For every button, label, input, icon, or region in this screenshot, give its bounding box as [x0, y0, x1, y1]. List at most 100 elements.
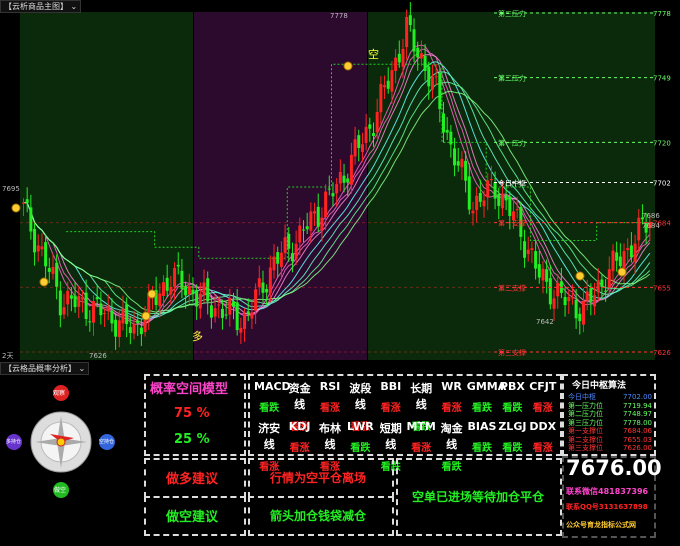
candle-body — [482, 200, 486, 207]
pivot-label: 第三压力位 — [568, 418, 603, 427]
candle-body — [530, 248, 534, 251]
indicator-gmma: GMMA 看跌 — [467, 380, 506, 414]
candle-body — [401, 48, 405, 67]
candle-body — [287, 233, 291, 249]
candle-body — [615, 252, 619, 261]
compass-top[interactable]: 观察 — [53, 388, 65, 397]
candle-body — [106, 306, 110, 311]
probability-panel: 【云格品概率分析】 ⌄ 观察 多持仓 空持仓 做空 概率空间模型 75 % 25… — [0, 362, 680, 542]
candle-body — [464, 160, 468, 181]
pivot-row: 今日中枢 7702.00 — [568, 393, 652, 402]
pivot-title: 今日中枢算法 — [572, 381, 627, 391]
long-advice-text: 行情为空平仓离场 — [270, 471, 367, 485]
candle-body — [390, 70, 394, 92]
long-advice-text-box: 行情为空平仓离场 — [248, 458, 394, 498]
candle-body — [508, 196, 512, 217]
candle-body — [33, 228, 37, 253]
candle-body — [383, 85, 387, 88]
candle-body — [265, 289, 269, 293]
contact-wechat: 联系微信481837396 — [566, 487, 649, 496]
compass-right[interactable]: 空持仓 — [99, 438, 114, 445]
candle-body — [548, 278, 552, 305]
candle-body — [534, 251, 538, 269]
candle-body — [69, 295, 73, 299]
pivot-label: 第一支撑位 — [568, 427, 603, 435]
indicator-signal: 看涨 — [380, 403, 401, 414]
candle-body — [95, 297, 99, 300]
long-advice-box: 做多建议 — [144, 458, 246, 498]
indicator-signal: 看跌 — [502, 403, 523, 414]
model-down-pct: 25 % — [174, 432, 210, 447]
indicator-signal: 看涨 — [532, 443, 553, 454]
pivot-label: 第三支撑位 — [568, 444, 603, 452]
candle-body — [556, 282, 560, 297]
candle-body — [55, 262, 59, 287]
candle-body — [283, 237, 287, 253]
marker-kong: 空 — [368, 47, 379, 61]
candle-body — [276, 252, 280, 264]
indicator-name: KDJ — [288, 420, 311, 433]
candle-body — [232, 301, 235, 307]
price-box: 7676.00 联系微信481837396 联系QQ号3131637898 公众… — [562, 456, 662, 538]
level-name-0: 第三压力 — [498, 9, 526, 18]
candle-body — [173, 268, 177, 287]
candle-body — [541, 268, 545, 281]
candle-body — [268, 267, 272, 294]
indicator-bbi: BBI 看涨 — [376, 380, 406, 414]
main-panel-title[interactable]: 【云析商品主图】 ⌄ — [0, 0, 82, 13]
candle-body — [198, 293, 202, 309]
candle-body — [132, 324, 136, 334]
compass-left[interactable]: 多持仓 — [6, 438, 21, 445]
current-price: 7676.00 — [566, 456, 662, 480]
candle-body — [449, 131, 453, 145]
candle-body — [460, 158, 464, 168]
candle-body — [570, 297, 574, 299]
candle-body — [243, 315, 247, 329]
candle-body — [165, 277, 169, 291]
candle-body — [493, 182, 497, 199]
compass-bottom[interactable]: 做空 — [54, 485, 66, 494]
pivot-row: 第三支撑位 7626.00 — [568, 444, 652, 453]
candle-body — [298, 225, 302, 243]
candle-body — [73, 295, 77, 308]
candle-body — [158, 293, 162, 307]
pivot-value: 7778.00 — [623, 418, 652, 427]
indicator-wr: WR 看涨 — [436, 380, 466, 414]
candle-body — [515, 209, 519, 211]
candle-body — [22, 202, 25, 204]
compass-icon — [6, 385, 115, 498]
candle-body — [427, 66, 431, 87]
indicator-name: BBI — [380, 380, 402, 393]
candle-body — [66, 290, 70, 305]
candle-body — [504, 195, 508, 201]
indicator-signal: 看涨 — [532, 403, 553, 414]
candle-body — [162, 282, 165, 296]
candlestick-chart[interactable]: 第三压力 7778 第二压力 7749 第一压力 7720 今日中枢 7702 第一支撑 7684… — [0, 0, 680, 362]
level-name-6: 第三支撑 — [498, 348, 526, 357]
candle-body — [423, 55, 427, 71]
candle-body — [313, 211, 317, 214]
candle-body — [294, 243, 298, 259]
candle-body — [316, 206, 320, 227]
indicator-name: ZLGJ — [498, 420, 527, 433]
pivot-value: 7655.03 — [623, 435, 652, 444]
indicator-signal: 看跌 — [471, 403, 492, 414]
candle-body — [121, 308, 125, 324]
candle-body — [136, 320, 140, 324]
indicator-name: 长期线 — [410, 382, 433, 411]
level-name-4: 第一支撑 — [498, 219, 526, 228]
candle-body — [567, 297, 571, 302]
candle-body — [419, 53, 423, 59]
money-bag-icon — [141, 311, 151, 321]
pivot-value: 7719.94 — [623, 401, 652, 410]
long-advice-label: 做多建议 — [166, 472, 219, 487]
chevron-down-icon[interactable]: ⌄ — [71, 2, 78, 11]
money-bag-icon — [39, 277, 49, 287]
candle-body — [346, 178, 350, 183]
short-advice-text: 箭头加仓钱袋减仓 — [270, 509, 367, 523]
indicator-mtm: MTM 看涨 — [406, 420, 436, 454]
candle-body — [453, 148, 457, 166]
main-chart-panel[interactable]: 第三压力 7778 第二压力 7749 第一压力 7720 今日中枢 7702 第一支撑 7684… — [0, 0, 680, 362]
candle-body — [143, 319, 147, 332]
candle-body — [486, 180, 490, 198]
